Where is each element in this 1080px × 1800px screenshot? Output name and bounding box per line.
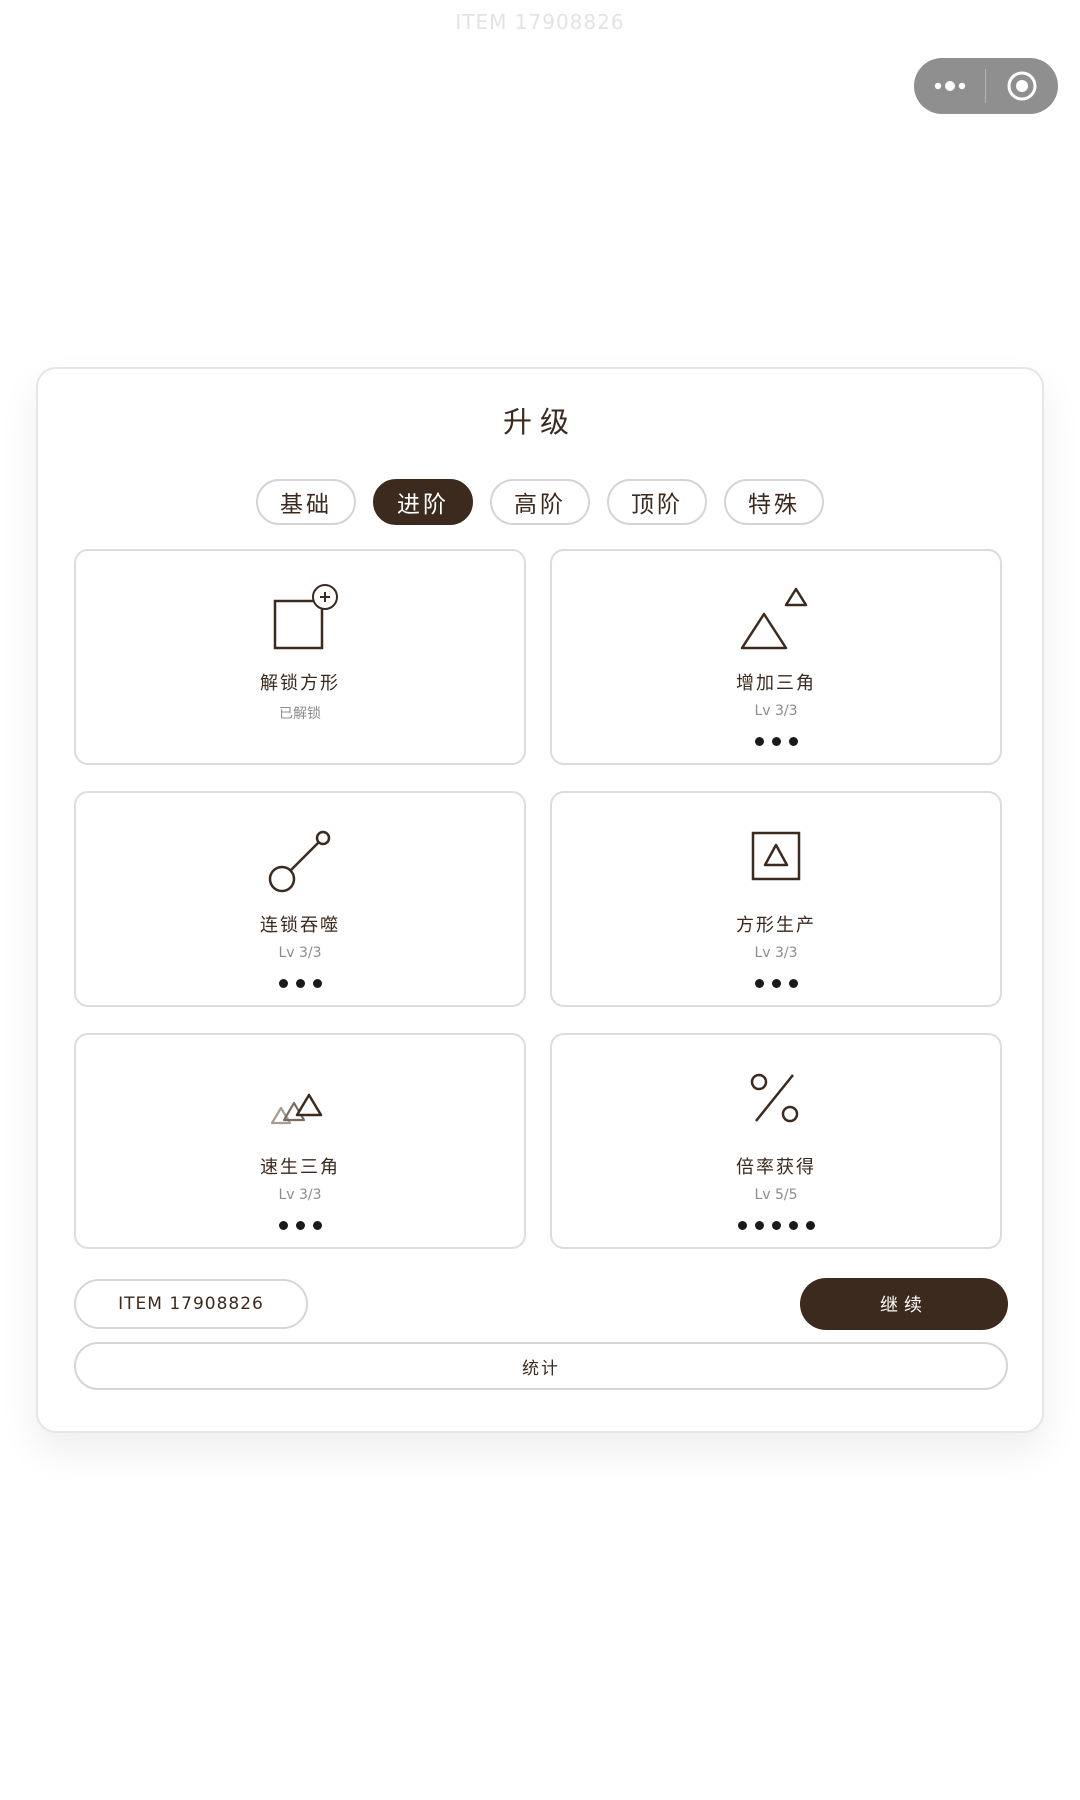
seed-button[interactable]: ITEM 17908826 xyxy=(74,1279,308,1329)
tab-top[interactable]: 顶阶 xyxy=(607,479,707,525)
level-dots xyxy=(76,979,524,988)
upgrade-card-multiplier[interactable]: 倍率获得 Lv 5/5 xyxy=(550,1033,1002,1249)
level-dot xyxy=(754,979,764,988)
level-dot xyxy=(737,1221,747,1230)
upgrade-name: 方形生产 xyxy=(736,915,816,936)
upgrade-level: Lv 5/5 xyxy=(754,1187,798,1203)
level-dot xyxy=(278,1221,288,1230)
stats-button[interactable]: 统计 xyxy=(74,1342,1008,1390)
upgrade-card-add-triangle[interactable]: 增加三角 Lv 3/3 xyxy=(550,549,1002,765)
level-dot xyxy=(754,737,764,746)
two-triangles-icon xyxy=(740,587,808,650)
square-plus-icon xyxy=(273,584,338,650)
level-dots xyxy=(76,1221,524,1230)
level-dot xyxy=(312,1221,322,1230)
upgrade-status: 已解锁 xyxy=(279,706,321,722)
level-dot xyxy=(788,1221,798,1230)
upgrade-name: 增加三角 xyxy=(736,673,816,694)
level-dot xyxy=(771,737,781,746)
target-close-icon xyxy=(1007,71,1037,101)
level-dot xyxy=(295,1221,305,1230)
upgrade-level: Lv 3/3 xyxy=(278,1187,322,1203)
panel-title: 升级 xyxy=(502,405,577,439)
tab-special[interactable]: 特殊 xyxy=(724,479,824,525)
square-triangle-icon xyxy=(751,831,801,881)
percent-icon xyxy=(750,1073,799,1123)
upgrade-card-chain-devour[interactable]: 连锁吞噬 Lv 3/3 xyxy=(74,791,526,1007)
level-dot xyxy=(788,737,798,746)
upgrade-level: Lv 3/3 xyxy=(754,945,798,961)
level-dot xyxy=(278,979,288,988)
upgrade-name: 解锁方形 xyxy=(260,673,340,694)
upgrade-name: 倍率获得 xyxy=(736,1157,816,1178)
tab-high[interactable]: 高阶 xyxy=(490,479,590,525)
continue-button[interactable]: 继续 xyxy=(800,1278,1008,1330)
close-button[interactable] xyxy=(986,58,1058,114)
more-dots-icon xyxy=(934,81,965,91)
level-dot xyxy=(771,1221,781,1230)
mini-program-capsule xyxy=(914,58,1058,114)
upgrade-panel: 升级 基础 进阶 高阶 顶阶 特殊 解锁方形 已解锁 增加三角 Lv 3/3 连… xyxy=(36,367,1044,1433)
level-dot xyxy=(788,979,798,988)
upgrade-level: Lv 3/3 xyxy=(278,945,322,961)
upgrade-name: 连锁吞噬 xyxy=(260,915,340,936)
level-dot xyxy=(805,1221,815,1230)
upgrade-card-unlock-square[interactable]: 解锁方形 已解锁 xyxy=(74,549,526,765)
top-item-id: ITEM 17908826 xyxy=(455,10,625,34)
more-button[interactable] xyxy=(914,58,985,114)
tab-advanced[interactable]: 进阶 xyxy=(373,479,473,525)
upgrade-card-fast-triangle[interactable]: 速生三角 Lv 3/3 xyxy=(74,1033,526,1249)
chain-link-icon xyxy=(268,830,331,893)
upgrade-card-square-production[interactable]: 方形生产 Lv 3/3 xyxy=(550,791,1002,1007)
tab-basic[interactable]: 基础 xyxy=(256,479,356,525)
tier-tabs: 基础 进阶 高阶 顶阶 特殊 xyxy=(38,479,1042,525)
level-dot xyxy=(754,1221,764,1230)
upgrade-name: 速生三角 xyxy=(260,1157,340,1178)
level-dot xyxy=(312,979,322,988)
level-dot xyxy=(771,979,781,988)
upgrade-level: Lv 3/3 xyxy=(754,703,798,719)
level-dot xyxy=(295,979,305,988)
triple-triangles-icon xyxy=(270,1093,323,1125)
level-dots xyxy=(552,979,1000,988)
level-dots xyxy=(552,1221,1000,1230)
level-dots xyxy=(552,737,1000,746)
